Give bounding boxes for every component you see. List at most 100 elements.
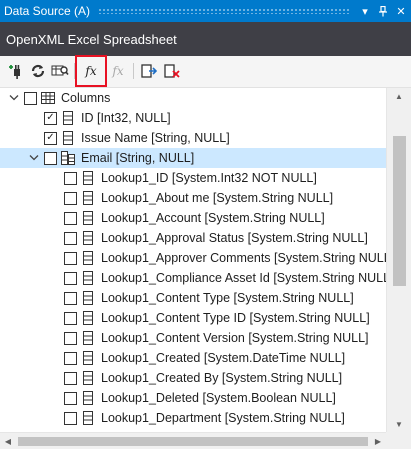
field-icon (81, 351, 95, 365)
checkbox[interactable] (64, 311, 77, 325)
data-source-header: OpenXML Excel Spreadsheet (0, 22, 411, 56)
tree-node-field[interactable]: Lookup1_Compliance Asset Id [System.Stri… (0, 268, 386, 288)
field-icon (81, 371, 95, 385)
function-icon: fx (85, 64, 97, 78)
tree-node-label: Lookup1_Department [System.String NULL] (101, 411, 345, 425)
field-icon (81, 191, 95, 205)
tree-node-field[interactable]: ✓ ID [Int32, NULL] (0, 108, 386, 128)
tree-node-field[interactable]: Lookup1_Created [System.DateTime NULL] (0, 348, 386, 368)
scroll-down-icon[interactable]: ▼ (387, 416, 411, 432)
checkbox[interactable] (64, 391, 77, 405)
lookup-field-icon (61, 151, 75, 165)
field-icon (81, 271, 95, 285)
tree-node-label: Lookup1_Approver Comments [System.String… (101, 251, 386, 265)
tree-node-label: Lookup1_About me [System.String NULL] (101, 191, 334, 205)
tree-node-field[interactable]: Lookup1_Department [System.String NULL] (0, 408, 386, 428)
tree-node-field[interactable]: Lookup1_Created By [System.String NULL] (0, 368, 386, 388)
query-designer-icon[interactable] (49, 60, 71, 82)
tree-node-label: Issue Name [String, NULL] (81, 131, 230, 145)
horizontal-scrollbar[interactable]: ◀ ▶ (0, 432, 386, 449)
field-icon (61, 131, 75, 145)
collapse-icon[interactable] (8, 92, 20, 104)
field-icon (81, 231, 95, 245)
horizontal-scroll-thumb[interactable] (18, 437, 368, 446)
field-icon (81, 291, 95, 305)
tree-node-field[interactable]: Lookup1_ID [System.Int32 NOT NULL] (0, 168, 386, 188)
checkbox[interactable] (64, 351, 77, 365)
toolbar-separator (74, 63, 75, 79)
tree-node-label: Lookup1_Content Version [System.String N… (101, 331, 369, 345)
checkbox[interactable] (44, 151, 57, 165)
checkbox[interactable] (64, 211, 77, 225)
tree-node-label: Lookup1_Compliance Asset Id [System.Stri… (101, 271, 386, 285)
checkbox[interactable] (64, 291, 77, 305)
remove-data-source-icon[interactable] (161, 60, 183, 82)
scroll-left-icon[interactable]: ◀ (0, 433, 16, 450)
checkbox[interactable] (64, 271, 77, 285)
checkbox[interactable] (64, 191, 77, 205)
tree-node-label: Lookup1_Created By [System.String NULL] (101, 371, 343, 385)
tree-node-label: Lookup1_Approval Status [System.String N… (101, 231, 368, 245)
tree-node-email[interactable]: Email [String, NULL] (0, 148, 386, 168)
tree-node-label: ID [Int32, NULL] (81, 111, 171, 125)
data-source-name: OpenXML Excel Spreadsheet (6, 31, 177, 47)
tree-node-label: Lookup1_Content Type ID [System.String N… (101, 311, 370, 325)
scrollbar-corner (386, 432, 411, 449)
collapse-icon[interactable] (28, 152, 40, 164)
tree-node-label: Lookup1_Deleted [System.Boolean NULL] (101, 391, 336, 405)
dropdown-icon[interactable]: ▾ (357, 3, 373, 19)
checkbox[interactable] (64, 231, 77, 245)
checkbox[interactable] (24, 91, 37, 105)
checkbox-checked[interactable]: ✓ (44, 111, 57, 125)
field-tree[interactable]: Columns ✓ ID [Int32, NULL] ✓ Issue Name … (0, 88, 386, 432)
tree-node-label: Email [String, NULL] (81, 151, 195, 165)
tree-node-label: Lookup1_Content Type [System.String NULL… (101, 291, 354, 305)
add-to-report-icon[interactable] (138, 60, 160, 82)
tree-node-field[interactable]: Lookup1_Content Type [System.String NULL… (0, 288, 386, 308)
remove-calculated-field-button[interactable]: fx (107, 60, 129, 82)
tree-node-field[interactable]: ✓ Issue Name [String, NULL] (0, 128, 386, 148)
panel-title-bar: Data Source (A) ▾ ✕ (0, 0, 411, 22)
checkbox[interactable] (64, 371, 77, 385)
vertical-scroll-thumb[interactable] (393, 136, 406, 286)
checkbox-checked[interactable]: ✓ (44, 131, 57, 145)
table-icon (41, 91, 55, 105)
field-icon (81, 311, 95, 325)
field-icon (81, 391, 95, 405)
add-calculated-field-button[interactable]: fx (75, 55, 107, 87)
tree-node-label: Columns (61, 91, 111, 105)
tree-node-field[interactable]: Lookup1_Content Type ID [System.String N… (0, 308, 386, 328)
drag-grip[interactable] (98, 8, 351, 14)
add-data-source-icon[interactable] (6, 60, 28, 82)
panel-bottom (0, 449, 411, 453)
tree-node-field[interactable]: Lookup1_About me [System.String NULL] (0, 188, 386, 208)
tree-node-columns[interactable]: Columns (0, 88, 386, 108)
toolbar: fx fx (0, 55, 411, 88)
tree-node-field[interactable]: Lookup1_Approver Comments [System.String… (0, 248, 386, 268)
field-icon (81, 171, 95, 185)
scroll-right-icon[interactable]: ▶ (370, 433, 386, 450)
checkbox[interactable] (64, 171, 77, 185)
field-icon (81, 211, 95, 225)
tree-node-field[interactable]: Lookup1_Approval Status [System.String N… (0, 228, 386, 248)
pin-icon[interactable] (375, 3, 391, 19)
refresh-icon[interactable] (27, 60, 49, 82)
close-icon[interactable]: ✕ (393, 3, 409, 19)
panel-title: Data Source (A) (4, 4, 91, 18)
checkbox[interactable] (64, 411, 77, 425)
field-icon (81, 251, 95, 265)
toolbar-separator (133, 63, 134, 79)
checkbox[interactable] (64, 331, 77, 345)
function-disabled-icon: fx (112, 64, 124, 78)
field-icon (61, 111, 75, 125)
tree-node-label: Lookup1_Created [System.DateTime NULL] (101, 351, 346, 365)
vertical-scrollbar[interactable]: ▲ ▼ (386, 88, 411, 432)
tree-node-label: Lookup1_Account [System.String NULL] (101, 211, 325, 225)
tree-node-field[interactable]: Lookup1_Content Version [System.String N… (0, 328, 386, 348)
tree-node-field[interactable]: Lookup1_Account [System.String NULL] (0, 208, 386, 228)
scroll-up-icon[interactable]: ▲ (387, 88, 411, 104)
checkbox[interactable] (64, 251, 77, 265)
tree-node-label: Lookup1_ID [System.Int32 NOT NULL] (101, 171, 317, 185)
field-icon (81, 411, 95, 425)
tree-node-field[interactable]: Lookup1_Deleted [System.Boolean NULL] (0, 388, 386, 408)
